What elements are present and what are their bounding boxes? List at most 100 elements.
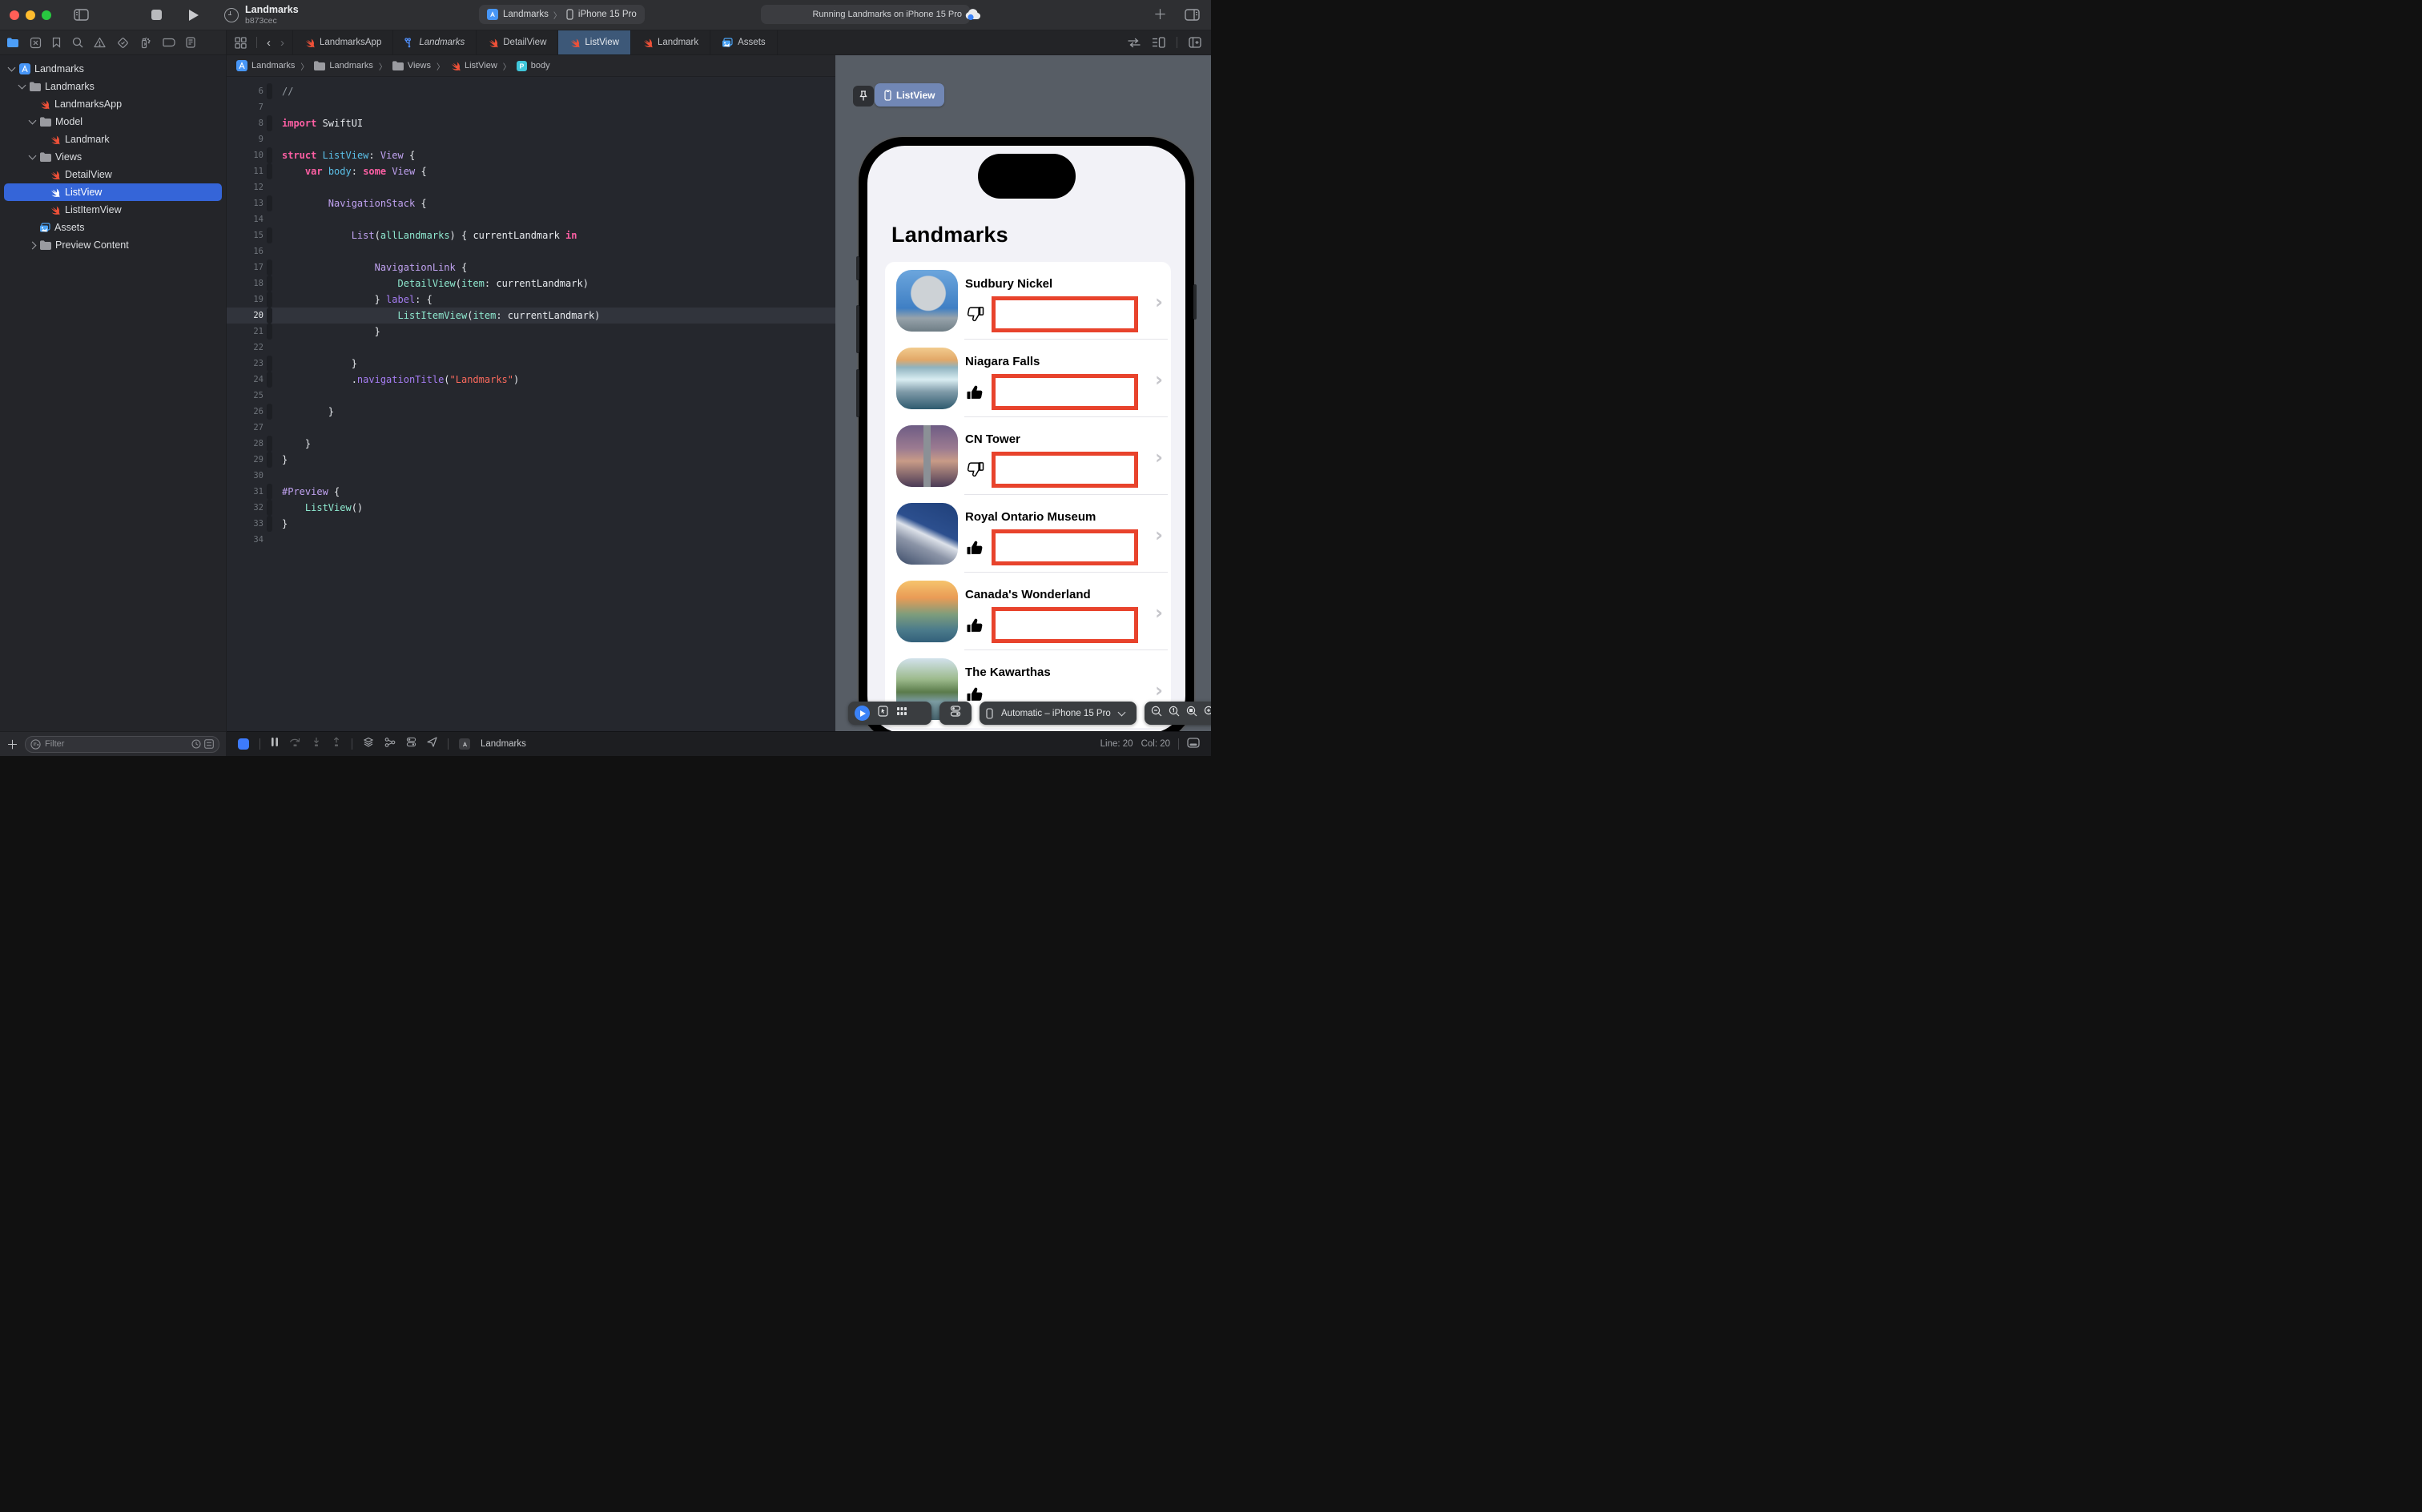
code-line-18[interactable]: 18 DetailView(item: currentLandmark) — [227, 275, 835, 292]
zoom-in-icon[interactable] — [1204, 706, 1211, 721]
code-line-6[interactable]: 6 // — [227, 83, 835, 99]
code-line-27[interactable]: 27 — [227, 420, 835, 436]
sidebar-item-detailview[interactable]: DetailView — [4, 166, 222, 183]
landmark-row-wonderland[interactable]: Canada's Wonderland › — [885, 573, 1171, 650]
zoom-fit-icon[interactable] — [1186, 706, 1197, 721]
breadcrumb-item-landmarks[interactable]: Landmarks — [314, 61, 373, 70]
device-picker-pill[interactable]: Automatic – iPhone 15 Pro — [980, 702, 1137, 725]
code-line-14[interactable]: 14 — [227, 211, 835, 227]
toggle-navigator-icon[interactable] — [74, 9, 89, 21]
step-over-icon[interactable] — [289, 737, 301, 751]
zoom-out-icon[interactable] — [1151, 706, 1162, 721]
tests-icon[interactable] — [117, 37, 129, 49]
recent-files-icon[interactable] — [191, 739, 201, 749]
preview-target-pill[interactable]: ListView — [875, 83, 945, 107]
environment-overrides-icon[interactable] — [406, 737, 416, 751]
breadcrumb-item-listview[interactable]: ListView — [450, 61, 497, 71]
tab-landmarksapp[interactable]: LandmarksApp — [292, 30, 394, 54]
bookmarks-icon[interactable] — [52, 37, 61, 48]
landmark-row-cntower[interactable]: CN Tower › — [885, 417, 1171, 495]
code-line-8[interactable]: 8 import SwiftUI — [227, 115, 835, 131]
code-line-13[interactable]: 13 NavigationStack { — [227, 195, 835, 211]
code-area[interactable]: 6 // 7 8 import SwiftUI 9 10 struct ListView: V… — [227, 77, 835, 731]
issues-icon[interactable] — [94, 37, 106, 48]
zoom-window-button[interactable] — [42, 10, 51, 20]
debug-icon[interactable] — [139, 37, 151, 49]
sidebar-item-model[interactable]: Model — [4, 113, 222, 131]
code-line-10[interactable]: 10 struct ListView: View { — [227, 147, 835, 163]
minimize-window-button[interactable] — [26, 10, 35, 20]
scheme-selector[interactable]: Landmarks 〉 iPhone 15 Pro — [479, 5, 645, 24]
sidebar-item-assets[interactable]: Assets — [4, 219, 222, 236]
breadcrumb-item-body[interactable]: Pbody — [516, 60, 550, 71]
add-file-button[interactable]: ＋ — [6, 736, 18, 753]
source-control-filter-icon[interactable] — [204, 739, 214, 749]
tab-landmarks[interactable]: Landmarks — [393, 30, 477, 54]
sidebar-item-landmarksapp[interactable]: LandmarksApp — [4, 95, 222, 113]
code-line-16[interactable]: 16 — [227, 243, 835, 259]
code-line-23[interactable]: 23 } — [227, 356, 835, 372]
pin-preview-button[interactable] — [853, 86, 874, 107]
landmark-row-sudbury[interactable]: Sudbury Nickel › — [885, 262, 1171, 340]
code-line-25[interactable]: 25 — [227, 388, 835, 404]
running-app-label[interactable]: Landmarks — [481, 739, 526, 749]
run-button[interactable] — [189, 9, 199, 21]
simulate-location-icon[interactable] — [427, 737, 437, 751]
sidebar-item-preview-content[interactable]: Preview Content — [4, 236, 222, 254]
toggle-inspector-icon[interactable] — [1185, 9, 1200, 21]
project-navigator-folder-icon[interactable] — [7, 38, 18, 47]
scheme-destination[interactable]: iPhone 15 Pro — [578, 10, 637, 19]
sidebar-item-landmarks[interactable]: Landmarks — [4, 78, 222, 95]
sidebar-item-listview[interactable]: ListView — [4, 183, 222, 201]
stop-button[interactable] — [151, 10, 162, 20]
sidebar-item-landmark[interactable]: Landmark — [4, 131, 222, 148]
code-line-32[interactable]: 32 ListView() — [227, 500, 835, 516]
code-line-33[interactable]: 33} — [227, 516, 835, 532]
add-editor-icon[interactable] — [1189, 37, 1201, 48]
related-items-icon[interactable] — [235, 36, 247, 49]
zoom-100-icon[interactable] — [1169, 706, 1180, 721]
code-line-15[interactable]: 15 List(allLandmarks) { currentLandmark … — [227, 227, 835, 243]
code-line-26[interactable]: 26 } — [227, 404, 835, 420]
breadcrumb-item-landmarks[interactable]: Landmarks — [236, 60, 295, 71]
go-back-icon[interactable]: ‹ — [267, 36, 271, 50]
new-tab-button[interactable]: ＋ — [1153, 8, 1167, 22]
tab-landmark[interactable]: Landmark — [631, 30, 711, 54]
selectable-mode-icon[interactable] — [878, 706, 888, 721]
memory-graph-icon[interactable] — [384, 737, 396, 752]
reports-icon[interactable] — [186, 37, 195, 48]
step-out-icon[interactable] — [332, 737, 341, 751]
code-line-11[interactable]: 11 var body: some View { — [227, 163, 835, 179]
breadcrumb-item-views[interactable]: Views — [392, 61, 431, 70]
code-line-34[interactable]: 34 — [227, 532, 835, 548]
code-line-31[interactable]: 31 #Preview { — [227, 484, 835, 500]
code-line-20[interactable]: 20 ListItemView(item: currentLandmark) — [227, 308, 835, 324]
find-icon[interactable] — [72, 37, 83, 48]
tab-listview[interactable]: ListView — [558, 30, 631, 54]
tab-detailview[interactable]: DetailView — [477, 30, 559, 54]
sidebar-item-landmarks[interactable]: Landmarks — [4, 60, 222, 78]
code-line-29[interactable]: 29} — [227, 452, 835, 468]
code-line-7[interactable]: 7 — [227, 99, 835, 115]
disclosure-open-icon[interactable] — [18, 81, 26, 90]
disclosure-open-icon[interactable] — [28, 151, 37, 160]
step-into-icon[interactable] — [312, 737, 321, 751]
code-line-19[interactable]: 19 } label: { — [227, 292, 835, 308]
code-line-28[interactable]: 28 } — [227, 436, 835, 452]
tab-assets[interactable]: Assets — [710, 30, 778, 54]
code-line-30[interactable]: 30 — [227, 468, 835, 484]
close-window-button[interactable] — [10, 10, 19, 20]
sidebar-item-views[interactable]: Views — [4, 148, 222, 166]
disclosure-open-icon[interactable] — [28, 116, 37, 125]
code-line-12[interactable]: 12 — [227, 179, 835, 195]
sidebar-item-listitemview[interactable]: ListItemView — [4, 201, 222, 219]
view-hierarchy-icon[interactable] — [363, 737, 374, 752]
code-line-17[interactable]: 17 NavigationLink { — [227, 259, 835, 275]
landmark-row-niagara[interactable]: Niagara Falls › — [885, 340, 1171, 417]
code-line-22[interactable]: 22 — [227, 340, 835, 356]
code-line-9[interactable]: 9 — [227, 131, 835, 147]
breakpoints-icon[interactable] — [162, 38, 175, 47]
breakpoints-toggle-button[interactable] — [238, 738, 249, 750]
filter-field[interactable]: Filter — [25, 735, 219, 753]
device-settings-icon[interactable] — [950, 706, 961, 721]
